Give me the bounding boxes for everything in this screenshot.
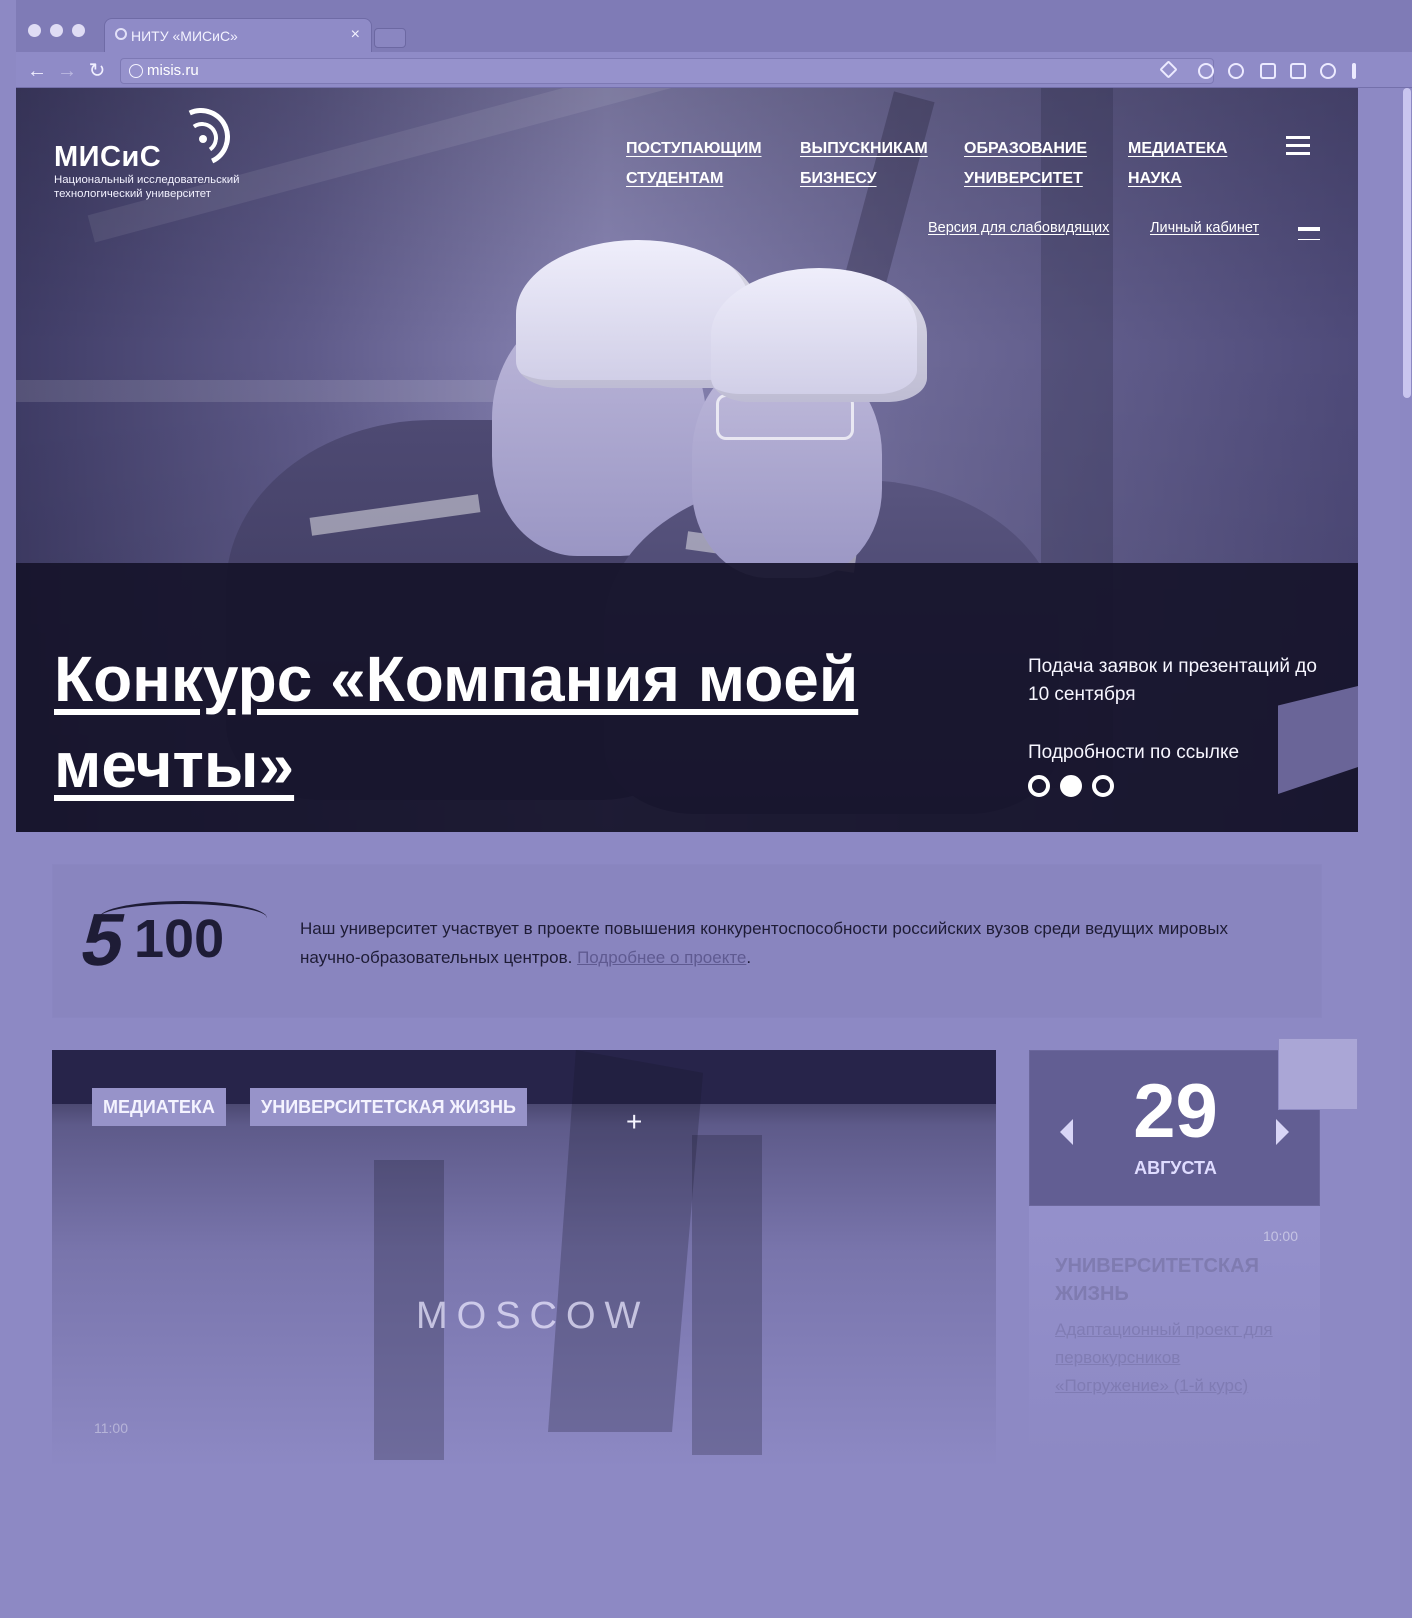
browser-window: НИТУ «МИСиС» × ← → ↻ misis.ru МИСиС Наци… [16, 0, 1412, 1618]
nav-link-education[interactable]: ОБРАЗОВАНИЕ [964, 134, 1124, 164]
nav-column-education: ОБРАЗОВАНИЕ УНИВЕРСИТЕТ [964, 134, 1124, 194]
back-icon[interactable]: ← [26, 60, 48, 82]
menu-icon[interactable] [1352, 63, 1356, 79]
slider-dot-1[interactable] [1028, 775, 1050, 797]
slider-pagination [1028, 775, 1124, 799]
banner-title-link[interactable]: Конкурс «Компания моей мечты» [54, 636, 984, 808]
favicon-icon [115, 28, 127, 40]
expand-news-icon[interactable]: + [626, 1108, 642, 1136]
nav-column-graduates: ВЫПУСКНИКАМ БИЗНЕСУ [800, 134, 960, 194]
news-time: 11:00 [94, 1420, 128, 1436]
news-tag-university-life[interactable]: УНИВЕРСИТЕТСКАЯ ЖИЗНЬ [250, 1088, 527, 1126]
nav-link-media[interactable]: МЕДИАТЕКА [1128, 134, 1288, 164]
calendar-extension-icon[interactable] [1290, 63, 1306, 79]
floating-side-control[interactable] [1278, 1038, 1358, 1110]
event-calendar-header: 29 АВГУСТА [1029, 1050, 1320, 1206]
nav-link-university[interactable]: УНИВЕРСИТЕТ [964, 164, 1124, 194]
slider-dot-2[interactable] [1060, 775, 1082, 797]
hero-banner: Конкурс «Компания моей мечты» Подача зая… [16, 563, 1358, 832]
page-viewport: МИСиС Национальный исследовательский тех… [16, 88, 1358, 1618]
scrollbar-thumb[interactable] [1403, 88, 1411, 398]
contrast-toggle-icon[interactable] [1298, 227, 1320, 240]
hamburger-menu-icon[interactable] [1286, 136, 1310, 156]
project-5100-logo[interactable]: 5 100 [74, 898, 267, 981]
event-time: 10:00 [1262, 1228, 1298, 1244]
forward-icon[interactable]: → [56, 60, 78, 82]
nav-link-business[interactable]: БИЗНЕСУ [800, 164, 960, 194]
project-more-link[interactable]: Подробнее о проекте [577, 948, 746, 967]
misis-logo[interactable]: МИСиС Национальный исследовательский тех… [54, 99, 284, 200]
close-tab-icon[interactable]: × [351, 26, 360, 44]
reload-icon[interactable]: ↻ [86, 60, 108, 82]
nav-column-applicants: ПОСТУПАЮЩИМ СТУДЕНТАМ [626, 134, 786, 194]
next-date-icon[interactable] [1276, 1119, 1289, 1145]
nav-link-students[interactable]: СТУДЕНТАМ [626, 164, 786, 194]
pinterest-icon[interactable] [1198, 63, 1214, 79]
logo-dot-icon [199, 135, 207, 143]
event-category: УНИВЕРСИТЕТСКАЯ ЖИЗНЬ [1055, 1255, 1259, 1305]
moscow-image-text: MOSCOW [416, 1295, 650, 1337]
main-navigation: ПОСТУПАЮЩИМ СТУДЕНТАМ ВЫПУСКНИКАМ БИЗНЕС… [626, 134, 1306, 194]
city-building-silhouette [692, 1135, 762, 1455]
accessible-version-link[interactable]: Версия для слабовидящих [928, 220, 1109, 236]
event-card[interactable]: 10:00 УНИВЕРСИТЕТСКАЯ ЖИЗНЬ Адаптационны… [1029, 1206, 1320, 1456]
cloud-icon[interactable] [1228, 63, 1244, 79]
deadline-text: Подача заявок и презентаций до 10 сентяб… [1028, 656, 1317, 705]
browser-toolbar: ← → ↻ misis.ru [16, 52, 1412, 88]
project-5100-card: 5 100 Наш университет участвует в проект… [52, 864, 1322, 1018]
news-tag-media[interactable]: МЕДИАТЕКА [92, 1088, 226, 1126]
calendar-month: АВГУСТА [1134, 1158, 1217, 1178]
event-title-link[interactable]: Адаптационный проект для первокурсников … [1055, 1316, 1287, 1400]
banner-details: Подача заявок и презентаций до 10 сентяб… [1028, 653, 1318, 767]
site-info-icon[interactable] [129, 64, 143, 78]
nav-link-graduates[interactable]: ВЫПУСКНИКАМ [800, 134, 960, 164]
new-tab-button[interactable] [374, 28, 406, 48]
tab-title: НИТУ «МИСиС» [131, 27, 238, 44]
close-window-icon[interactable] [28, 24, 41, 37]
maximize-window-icon[interactable] [72, 24, 85, 37]
personal-cabinet-link[interactable]: Личный кабинет [1150, 220, 1259, 236]
logo-subtitle: Национальный исследовательский технологи… [54, 174, 240, 200]
hero-section: МИСиС Национальный исследовательский тех… [16, 88, 1358, 832]
url-text: misis.ru [147, 62, 199, 79]
project-description: Наш университет участвует в проекте повы… [300, 914, 1290, 972]
nav-link-science[interactable]: НАУКА [1128, 164, 1288, 194]
browser-tab-bar: НИТУ «МИСиС» × [16, 0, 1412, 52]
active-browser-tab[interactable]: НИТУ «МИСиС» × [104, 18, 372, 52]
project-text-period: . [746, 948, 752, 967]
function-icon[interactable] [1260, 63, 1276, 79]
minimize-window-icon[interactable] [50, 24, 63, 37]
news-card[interactable]: МЕДИАТЕКА УНИВЕРСИТЕТСКАЯ ЖИЗНЬ + MOSCOW… [52, 1050, 996, 1468]
logo-text: МИСиС [54, 141, 162, 173]
nav-column-media: МЕДИАТЕКА НАУКА [1128, 134, 1288, 194]
address-bar[interactable]: misis.ru [120, 58, 1214, 84]
extension-icon[interactable] [1320, 63, 1336, 79]
logo-number-hundred: 100 [134, 909, 225, 969]
details-text: Подробности по ссылке [1028, 742, 1240, 763]
slider-dot-3[interactable] [1092, 775, 1114, 797]
nav-link-applicants[interactable]: ПОСТУПАЮЩИМ [626, 134, 786, 164]
logo-number-five: 5 [74, 898, 134, 981]
project-text: Наш университет участвует в проекте повы… [300, 919, 1228, 967]
